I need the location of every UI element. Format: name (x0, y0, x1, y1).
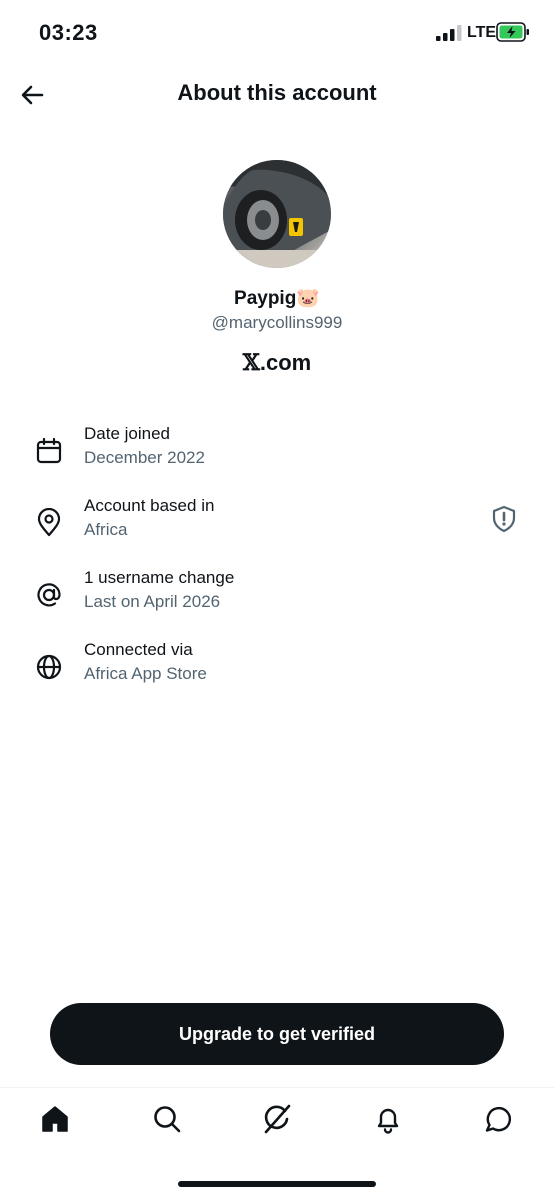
shield-alert-icon[interactable] (489, 504, 519, 534)
battery-charging-icon (496, 22, 529, 42)
status-time: 03:23 (39, 20, 98, 45)
grok-icon[interactable] (261, 1103, 293, 1135)
info-value: Last on April 2026 (84, 592, 221, 611)
display-name: Paypig🐷 (234, 288, 320, 309)
info-row-connected-via: Connected via Africa App Store (0, 640, 554, 700)
nav-divider (0, 1087, 554, 1088)
network-type: LTE (467, 24, 497, 41)
calendar-icon (36, 437, 62, 464)
at-sign-icon (37, 583, 61, 607)
info-value: December 2022 (84, 448, 205, 467)
notifications-icon[interactable] (372, 1103, 404, 1135)
info-row-date-joined: Date joined December 2022 (0, 424, 554, 484)
search-icon[interactable] (151, 1103, 183, 1135)
upgrade-verified-button[interactable]: Upgrade to get verified (50, 1003, 504, 1065)
info-label: Account based in (84, 496, 215, 515)
messages-icon[interactable] (483, 1103, 515, 1135)
home-icon[interactable] (39, 1103, 71, 1135)
home-indicator (178, 1181, 376, 1187)
avatar-car-image (223, 160, 331, 268)
avatar[interactable] (223, 160, 331, 268)
x-logo: 𝕏 (242, 350, 260, 376)
signal-icon (436, 25, 462, 41)
brand-suffix: .com (259, 350, 312, 375)
info-value: Africa (84, 520, 128, 539)
info-row-username-changes: 1 username change Last on April 2026 (0, 568, 554, 628)
username-handle: @marycollins999 (211, 313, 343, 332)
info-label: 1 username change (84, 568, 235, 587)
page-title: About this account (177, 80, 377, 105)
info-value: Africa App Store (84, 664, 207, 683)
location-pin-icon (37, 508, 61, 537)
globe-icon (36, 654, 62, 680)
info-row-account-based-in: Account based in Africa (0, 496, 554, 556)
x-com-brand: 𝕏.com (0, 350, 554, 376)
info-label: Date joined (84, 424, 171, 443)
info-label: Connected via (84, 640, 193, 659)
